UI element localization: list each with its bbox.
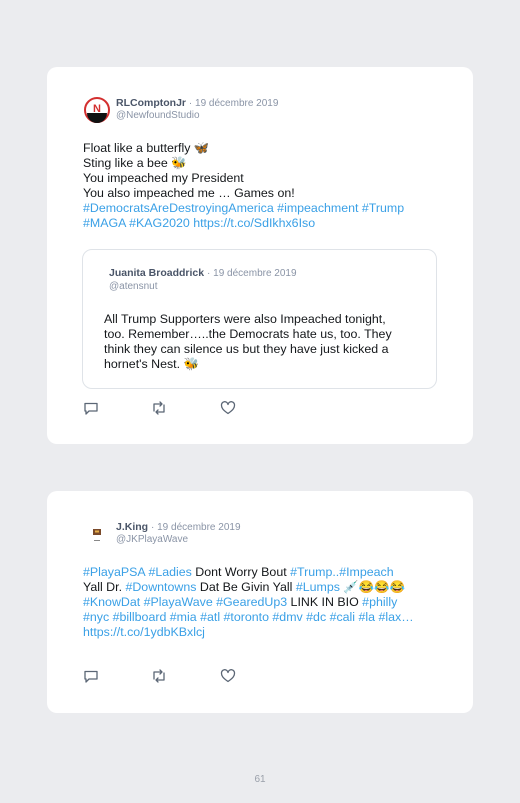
author-name[interactable]: RLComptonJr · 19 décembre 2019 xyxy=(116,97,278,109)
tweet-date: · 19 décembre 2019 xyxy=(188,98,279,109)
hashtag-line[interactable]: #DemocratsAreDestroyingAmerica #impeachm… xyxy=(83,201,443,216)
emoji-text: 💉😂😂😂 xyxy=(339,580,406,594)
tweet-line: #KnowDat #PlayaWave #GearedUp3 LINK IN B… xyxy=(83,595,443,610)
tweet-line: Yall Dr. #Downtowns Dat Be Givin Yall #L… xyxy=(83,580,443,595)
quoted-line: too. Remember…..the Democrats hate us, t… xyxy=(104,327,392,341)
tweet-line: You impeached my President xyxy=(83,171,244,185)
reply-icon[interactable] xyxy=(83,400,99,416)
quoted-author-name[interactable]: Juanita Broaddrick · 19 décembre 2019 xyxy=(109,267,297,279)
hashtag[interactable]: #KnowDat #PlayaWave #GearedUp3 xyxy=(83,595,287,609)
tweet-card: N RLComptonJr · 19 décembre 2019 @Newfou… xyxy=(47,67,473,444)
author-name[interactable]: J.King · 19 décembre 2019 xyxy=(116,521,241,533)
quoted-line: All Trump Supporters were also Impeached… xyxy=(104,312,386,326)
author-handle[interactable]: @NewfoundStudio xyxy=(116,110,200,121)
reply-icon[interactable] xyxy=(83,668,99,684)
quoted-line: think they can silence us but they have … xyxy=(104,342,389,356)
avatar[interactable]: N xyxy=(84,97,110,123)
quoted-author-handle: @atensnut xyxy=(109,281,158,292)
like-icon[interactable] xyxy=(220,668,236,684)
hashtag[interactable]: #PlayaPSA xyxy=(83,565,145,579)
hashtag-line[interactable]: #MAGA #KAG2020 https://t.co/SdIkhx6Iso xyxy=(83,216,443,231)
author-handle[interactable]: @JKPlayaWave xyxy=(116,534,188,545)
tweet-body: Float like a butterfly 🦋 Sting like a be… xyxy=(83,141,443,231)
quoted-tweet-date: · 19 décembre 2019 xyxy=(207,268,297,279)
tweet-link[interactable]: https://t.co/1ydbKBxlcj xyxy=(83,625,443,640)
tweet-line: You also impeached me … Games on! xyxy=(83,186,295,200)
tweet-text: Dat Be Givin Yall xyxy=(196,580,296,594)
hashtag[interactable]: #Lumps xyxy=(296,580,340,594)
tweet-line: Float like a butterfly 🦋 xyxy=(83,141,210,155)
tweet-card: J.King · 19 décembre 2019 @JKPlayaWave #… xyxy=(47,491,473,713)
quoted-line: hornet's Nest. 🐝 xyxy=(104,357,199,371)
svg-text:N: N xyxy=(93,103,101,115)
tweet-actions xyxy=(83,400,243,416)
page-number: 61 xyxy=(254,774,266,785)
quoted-tweet-body: All Trump Supporters were also Impeached… xyxy=(104,312,424,372)
tweet-line: Sting like a bee 🐝 xyxy=(83,156,187,170)
tweet-text: Dont Worry Bout xyxy=(191,565,291,579)
hashtag-line[interactable]: #nyc #billboard #mia #atl #toronto #dmv … xyxy=(83,610,443,625)
like-icon[interactable] xyxy=(220,400,236,416)
hashtag[interactable]: #philly xyxy=(362,595,397,609)
retweet-icon[interactable] xyxy=(151,668,167,684)
hashtag[interactable]: #Trump..#Impeach xyxy=(290,565,394,579)
hashtag[interactable]: #Ladies xyxy=(148,565,191,579)
quoted-tweet[interactable]: Juanita Broaddrick · 19 décembre 2019 @a… xyxy=(82,249,437,389)
avatar[interactable] xyxy=(84,521,110,547)
tweet-text: LINK IN BIO xyxy=(287,595,363,609)
tweet-body: #PlayaPSA #Ladies Dont Worry Bout #Trump… xyxy=(83,565,443,640)
tweet-line: #PlayaPSA #Ladies Dont Worry Bout #Trump… xyxy=(83,565,443,580)
hashtag[interactable]: #Downtowns xyxy=(125,580,196,594)
tweet-actions xyxy=(83,668,243,684)
retweet-icon[interactable] xyxy=(151,400,167,416)
tweet-date: · 19 décembre 2019 xyxy=(151,522,241,533)
tweet-text: Yall Dr. xyxy=(83,580,126,594)
